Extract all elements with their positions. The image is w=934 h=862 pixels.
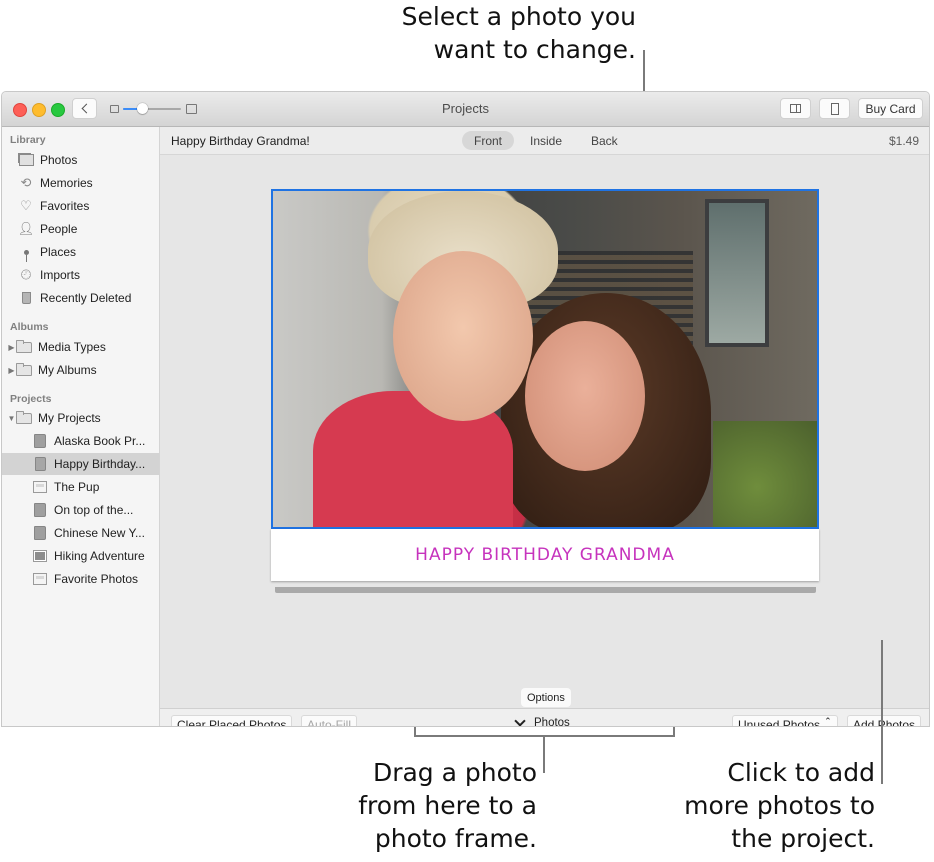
tab-inside[interactable]: Inside — [518, 131, 574, 150]
folder-icon — [16, 362, 32, 378]
callout-drag-photo: Drag a photo from here to a photo frame. — [358, 756, 537, 855]
sidebar-item-imports[interactable]: 🕘︎ Imports — [2, 264, 159, 286]
disclosure-right-icon[interactable]: ▶ — [7, 366, 16, 375]
photos-window: Projects Buy Card Library Photos ⟲ Memori… — [1, 91, 930, 727]
options-button[interactable]: Options — [521, 688, 571, 707]
leader-line-add — [881, 640, 883, 784]
photo-subject — [393, 251, 533, 421]
callout-line: photo frame. — [374, 824, 537, 853]
add-photos-button[interactable]: Add Photos — [847, 715, 922, 726]
section-albums: Albums — [10, 321, 49, 333]
sidebar-item-my-albums[interactable]: ▶ My Albums — [2, 359, 159, 381]
sidebar-item-on-top-of-the[interactable]: On top of the... — [2, 499, 159, 521]
disclosure-right-icon[interactable]: ▶ — [7, 343, 16, 352]
sidebar-item-happy-birthday[interactable]: Happy Birthday... — [2, 453, 159, 475]
selected-photo-frame[interactable] — [271, 189, 819, 529]
sidebar-item-people[interactable]: 👤︎ People — [2, 218, 159, 240]
book-icon — [32, 502, 48, 518]
callout-line: from here to a — [358, 791, 537, 820]
callout-line: the project. — [731, 824, 875, 853]
folder-icon — [16, 410, 32, 426]
folder-icon — [16, 339, 32, 355]
calendar-icon — [32, 548, 48, 564]
slideshow-icon — [32, 571, 48, 587]
card-icon — [32, 456, 48, 472]
sidebar-item-alaska-book[interactable]: Alaska Book Pr... — [2, 430, 159, 452]
photo-subject — [525, 321, 645, 471]
trash-icon — [18, 290, 34, 306]
sidebar-item-chinese-new-year[interactable]: Chinese New Y... — [2, 522, 159, 544]
sidebar-item-places[interactable]: Places — [2, 241, 159, 263]
sidebar-item-favorites[interactable]: ♡ Favorites — [2, 195, 159, 217]
callout-line: Drag a photo — [372, 758, 537, 787]
bracket-stem — [543, 735, 545, 773]
layout-button[interactable] — [780, 98, 811, 119]
photo-filter-select[interactable]: Unused Photos ⌃⌃ — [732, 715, 838, 726]
sidebar-item-recently-deleted[interactable]: Recently Deleted — [2, 287, 159, 309]
project-title: Happy Birthday Grandma! — [171, 134, 310, 148]
title-bar: Projects Buy Card — [2, 92, 929, 127]
person-icon: 👤︎ — [17, 221, 35, 236]
memories-icon: ⟲ — [20, 175, 32, 190]
chevron-down-icon — [514, 715, 526, 726]
section-library: Library — [10, 134, 46, 146]
sidebar-item-photos[interactable]: Photos — [2, 149, 159, 171]
sidebar: Library Photos ⟲ Memories ♡ Favorites 👤︎ Pe… — [2, 127, 160, 726]
sidebar-item-memories[interactable]: ⟲ Memories — [2, 172, 159, 194]
card-preview: HAPPY BIRTHDAY GRANDMA — [271, 189, 819, 593]
photo-background — [713, 421, 817, 527]
sidebar-item-favorite-photos[interactable]: Favorite Photos — [2, 568, 159, 590]
sidebar-item-my-projects[interactable]: ▼ My Projects — [2, 407, 159, 429]
card-icon — [830, 102, 839, 115]
book-icon — [32, 525, 48, 541]
callout-select-photo: Select a photo you want to change. — [402, 0, 636, 66]
price-label: $1.49 — [888, 134, 919, 148]
photos-icon — [18, 152, 34, 168]
card-format-button[interactable] — [819, 98, 850, 119]
tab-front[interactable]: Front — [462, 131, 515, 150]
callout-line: want to change. — [433, 35, 636, 64]
callout-line: more photos to — [684, 791, 875, 820]
sidebar-item-the-pup[interactable]: The Pup — [2, 476, 159, 498]
project-header: Happy Birthday Grandma! Front Inside Bac… — [160, 127, 929, 155]
buy-card-button[interactable]: Buy Card — [858, 98, 923, 119]
photo-browser: Clear Placed Photos Auto-Fill Photos Unu… — [160, 708, 929, 726]
tab-back[interactable]: Back — [579, 131, 630, 150]
card-caption[interactable]: HAPPY BIRTHDAY GRANDMA — [271, 529, 819, 581]
layout-icon — [790, 104, 801, 113]
section-projects: Projects — [10, 393, 52, 405]
photos-section-toggle[interactable]: Photos — [514, 715, 570, 727]
callout-line: Click to add — [727, 758, 875, 787]
updown-chevron-icon: ⌃⌃ — [824, 715, 832, 726]
auto-fill-button[interactable]: Auto-Fill — [301, 715, 358, 726]
book-icon — [32, 433, 48, 449]
sidebar-item-hiking-adventure[interactable]: Hiking Adventure — [2, 545, 159, 567]
callout-add-photos: Click to add more photos to the project. — [684, 756, 875, 855]
callout-line: Select a photo you — [401, 2, 636, 31]
slideshow-icon — [32, 479, 48, 495]
pin-icon — [18, 244, 34, 262]
card-back-page — [275, 587, 816, 593]
main-area: Happy Birthday Grandma! Front Inside Bac… — [160, 127, 929, 726]
photos-section-label: Photos — [534, 717, 570, 727]
photo-background — [705, 199, 769, 347]
clear-placed-photos-button[interactable]: Clear Placed Photos — [171, 715, 293, 726]
sidebar-item-media-types[interactable]: ▶ Media Types — [2, 336, 159, 358]
photo-browser-toolbar: Clear Placed Photos Auto-Fill Photos Unu… — [160, 709, 929, 727]
heart-icon: ♡ — [20, 198, 32, 213]
clock-icon: 🕘︎ — [20, 267, 32, 282]
disclosure-down-icon[interactable]: ▼ — [7, 414, 16, 423]
